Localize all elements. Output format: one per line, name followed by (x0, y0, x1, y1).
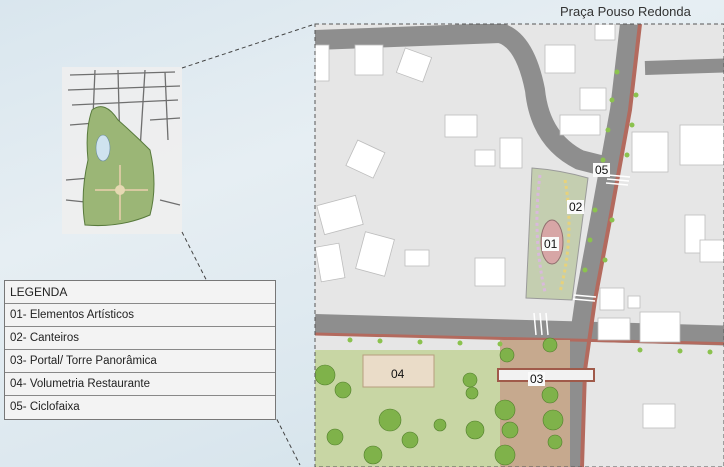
legend-item: 05- Ciclofaixa (10, 401, 80, 413)
plan-title: Praça Pouso Redonda (560, 4, 691, 19)
site-plan-stage: Praça Pouso Redonda 01 02 03 04 05 LEGEN… (0, 0, 724, 467)
locator-thumbnail (62, 67, 182, 234)
legend-item: 04- Volumetria Restaurante (5, 373, 275, 396)
marker-05: 05 (593, 163, 611, 177)
plan-window (314, 23, 724, 467)
marker-04: 04 (391, 367, 405, 381)
marker-01: 01 (542, 237, 560, 251)
legend-item: 02- Canteiros (5, 327, 275, 350)
legend-item: 01- Elementos Artísticos (5, 304, 275, 327)
legend-title: LEGENDA (5, 281, 275, 304)
legend-item: 03- Portal/ Torre Panorâmica (5, 350, 275, 373)
marker-02: 02 (567, 200, 585, 214)
legend: LEGENDA 01- Elementos Artísticos 02- Can… (4, 280, 276, 420)
marker-03: 03 (528, 372, 546, 386)
